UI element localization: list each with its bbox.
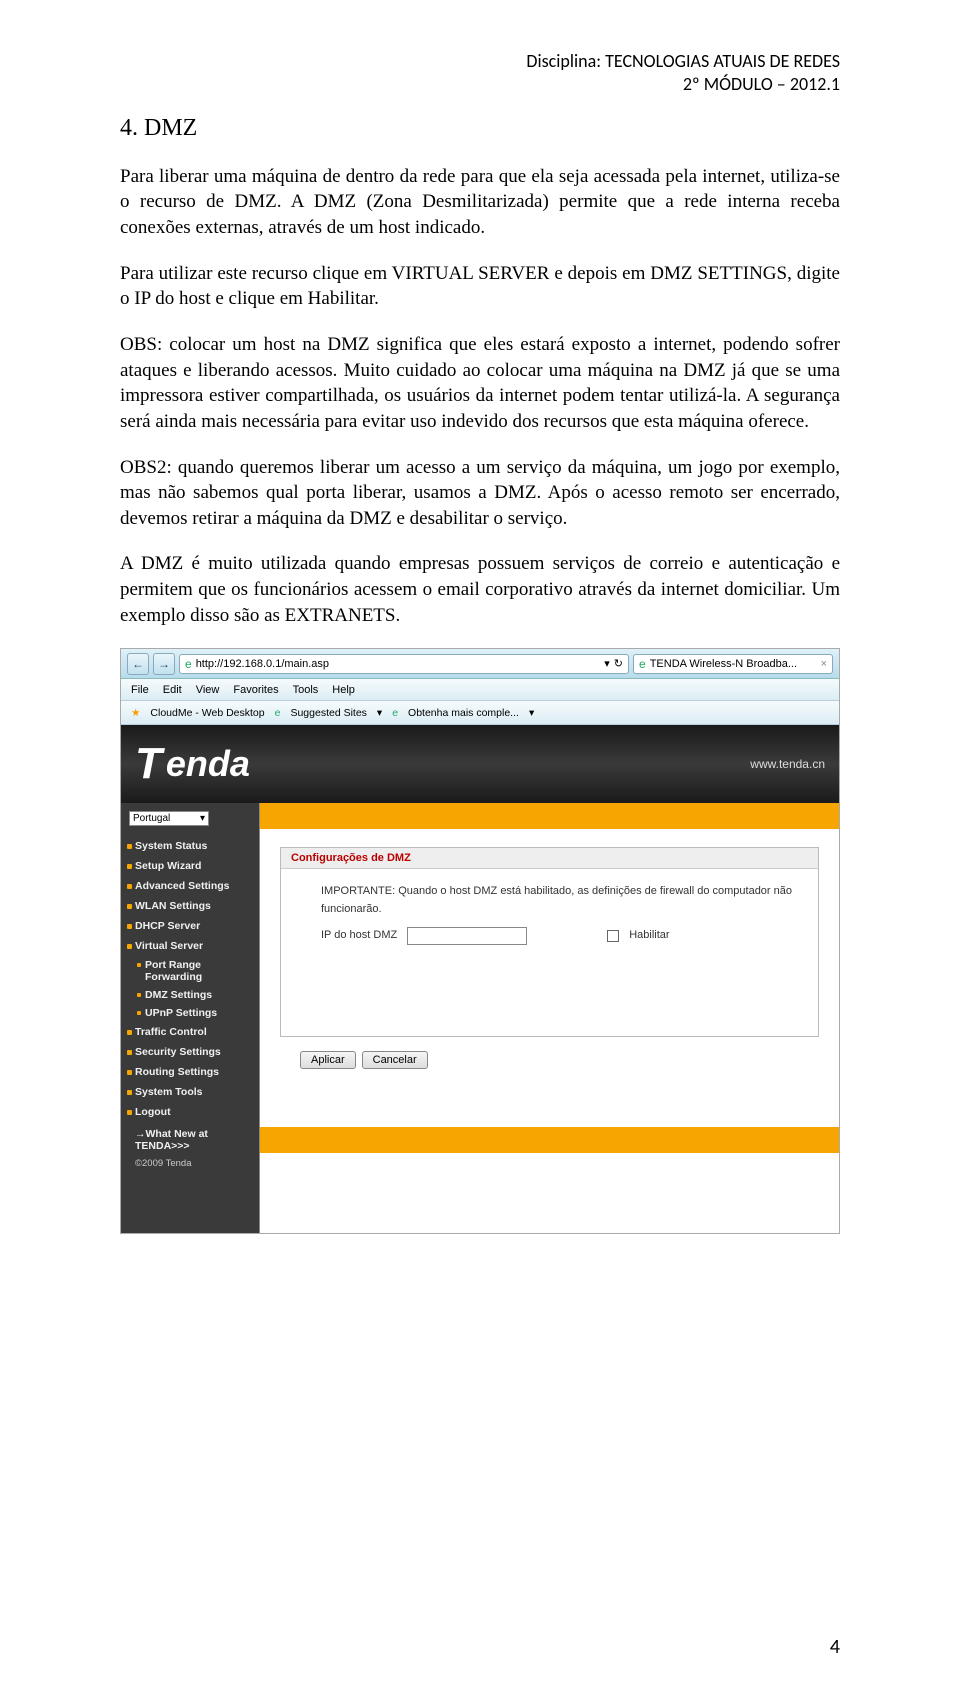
dropdown-icon[interactable]: ▾ [604,657,610,670]
refresh-icon[interactable]: ↻ [614,657,623,670]
address-url: http://192.168.0.1/main.asp [196,658,329,670]
page-header: Disciplina: TECNOLOGIAS ATUAIS DE REDES … [120,50,840,97]
apply-button[interactable]: Aplicar [300,1051,356,1069]
menu-view[interactable]: View [196,684,220,696]
sidebar-item-system-tools[interactable]: System Tools [121,1082,259,1102]
sidebar-whatnew-link[interactable]: →What New at TENDA>>> [121,1122,259,1154]
sidebar-item-virtual-server[interactable]: Virtual Server [121,936,259,956]
fav-suggested[interactable]: Suggested Sites [290,707,366,719]
sidebar-subitem-upnp-settings[interactable]: UPnP Settings [121,1004,259,1022]
ip-host-label: IP do host DMZ [321,927,397,945]
star-icon[interactable]: ★ [131,707,140,719]
tab-title: TENDA Wireless-N Broadba... [650,658,797,670]
paragraph-2: Para utilizar este recurso clique em VIR… [120,261,840,312]
sidebar-item-advanced-settings[interactable]: Advanced Settings [121,876,259,896]
paragraph-4: OBS2: quando queremos liberar um acesso … [120,455,840,532]
header-line1: Disciplina: TECNOLOGIAS ATUAIS DE REDES [120,50,840,73]
tenda-header: Tenda www.tenda.cn [121,725,839,803]
enable-label: Habilitar [629,927,669,945]
sidebar-item-system-status[interactable]: System Status [121,836,259,856]
sidebar-item-logout[interactable]: Logout [121,1102,259,1122]
ie-icon: e [392,707,398,719]
menu-edit[interactable]: Edit [163,684,182,696]
tenda-logo: Tenda [135,739,250,789]
language-select[interactable]: Portugal ▾ [129,811,209,826]
menu-favorites[interactable]: Favorites [233,684,278,696]
sidebar-item-dhcp-server[interactable]: DHCP Server [121,916,259,936]
tab-close-icon[interactable]: × [821,658,827,670]
dropdown-icon[interactable]: ▾ [529,707,534,719]
section-title: 4. DMZ [120,115,840,142]
dropdown-icon[interactable]: ▾ [377,707,382,719]
back-button[interactable]: ← [127,653,149,675]
content-top-stripe [260,803,839,829]
fav-cloudme[interactable]: CloudMe - Web Desktop [150,707,264,719]
menu-file[interactable]: File [131,684,149,696]
ie-icon: e [275,707,281,719]
content-bottom-stripe [260,1127,839,1153]
content-important-text: IMPORTANTE: Quando o host DMZ está habil… [321,883,798,918]
ie-icon: e [185,657,192,671]
sidebar-item-wlan-settings[interactable]: WLAN Settings [121,896,259,916]
content-title: Configurações de DMZ [281,848,818,869]
forward-button[interactable]: → [153,653,175,675]
chevron-down-icon: ▾ [200,813,205,824]
fav-obtenha[interactable]: Obtenha mais comple... [408,707,519,719]
cancel-button[interactable]: Cancelar [362,1051,428,1069]
sidebar-subitem-port-range[interactable]: Port Range Forwarding [121,956,259,986]
menu-tools[interactable]: Tools [293,684,319,696]
sidebar-item-setup-wizard[interactable]: Setup Wizard [121,856,259,876]
sidebar-subitem-dmz-settings[interactable]: DMZ Settings [121,986,259,1004]
paragraph-5: A DMZ é muito utilizada quando empresas … [120,551,840,628]
sidebar-item-routing-settings[interactable]: Routing Settings [121,1062,259,1082]
language-value: Portugal [133,813,170,824]
sidebar-item-traffic-control[interactable]: Traffic Control [121,1022,259,1042]
browser-menu-bar: File Edit View Favorites Tools Help [121,679,839,701]
enable-checkbox[interactable] [607,930,619,942]
browser-tab[interactable]: e TENDA Wireless-N Broadba... × [633,654,833,674]
router-screenshot: ← → e http://192.168.0.1/main.asp ▾ ↻ e … [120,648,840,1234]
favorites-bar: ★ CloudMe - Web Desktop e Suggested Site… [121,701,839,725]
router-sidebar: Portugal ▾ System Status Setup Wizard Ad… [121,803,259,1233]
paragraph-3: OBS: colocar um host na DMZ significa qu… [120,332,840,435]
ip-host-input[interactable] [407,927,527,945]
tenda-url: www.tenda.cn [750,757,825,771]
router-content: Configurações de DMZ IMPORTANTE: Quando … [259,803,839,1233]
header-line2: 2º MÓDULO – 2012.1 [120,73,840,96]
sidebar-item-security-settings[interactable]: Security Settings [121,1042,259,1062]
browser-nav-bar: ← → e http://192.168.0.1/main.asp ▾ ↻ e … [121,649,839,679]
sidebar-copyright: ©2009 Tenda [121,1154,259,1173]
page-number: 4 [830,1635,840,1659]
tab-ie-icon: e [639,657,646,671]
brand-text: enda [166,743,250,785]
address-bar[interactable]: e http://192.168.0.1/main.asp ▾ ↻ [179,654,629,674]
menu-help[interactable]: Help [332,684,355,696]
paragraph-1: Para liberar uma máquina de dentro da re… [120,164,840,241]
